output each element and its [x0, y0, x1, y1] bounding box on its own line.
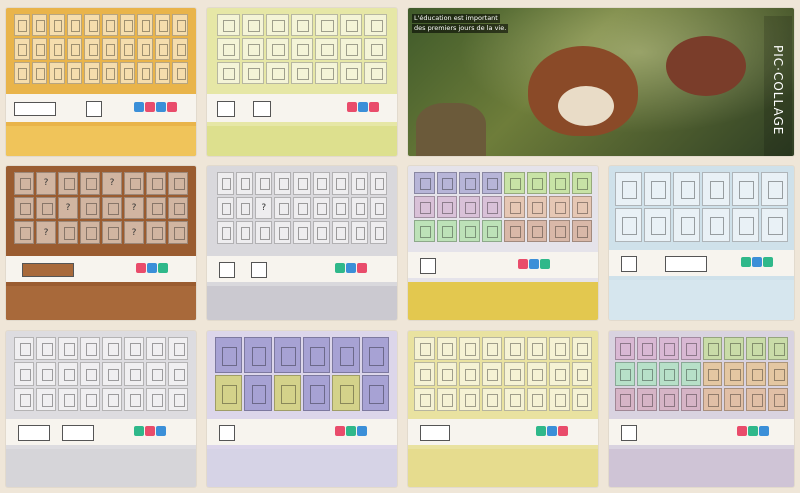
photo-caption: L'éducation est important des premiers j…	[412, 14, 509, 33]
storybook-photo: L'éducation est important des premiers j…	[408, 8, 794, 156]
puzzle-card-colored	[408, 166, 598, 320]
puzzle-card-gray-lines	[6, 331, 196, 487]
owl-character	[416, 103, 486, 156]
puzzle-grid	[14, 14, 188, 84]
puzzle-card-lime	[207, 8, 397, 156]
puzzle-card-yellow-lines	[408, 331, 598, 487]
mole-character	[666, 36, 746, 96]
puzzle-card-gray	[207, 166, 397, 320]
colored-answer-band	[408, 282, 598, 320]
puzzle-card-lavender	[207, 331, 397, 487]
puzzle-card-pastel	[609, 331, 794, 487]
instruction-strip	[6, 94, 196, 122]
pic-collage-watermark: PIC·COLLAGE	[764, 16, 792, 156]
dog-muzzle	[558, 86, 614, 126]
puzzle-card-yellow	[6, 8, 196, 156]
puzzle-card-blue	[609, 166, 794, 320]
puzzle-card-brown	[6, 166, 196, 320]
brand-logo	[134, 102, 177, 112]
answer-band	[6, 126, 196, 156]
